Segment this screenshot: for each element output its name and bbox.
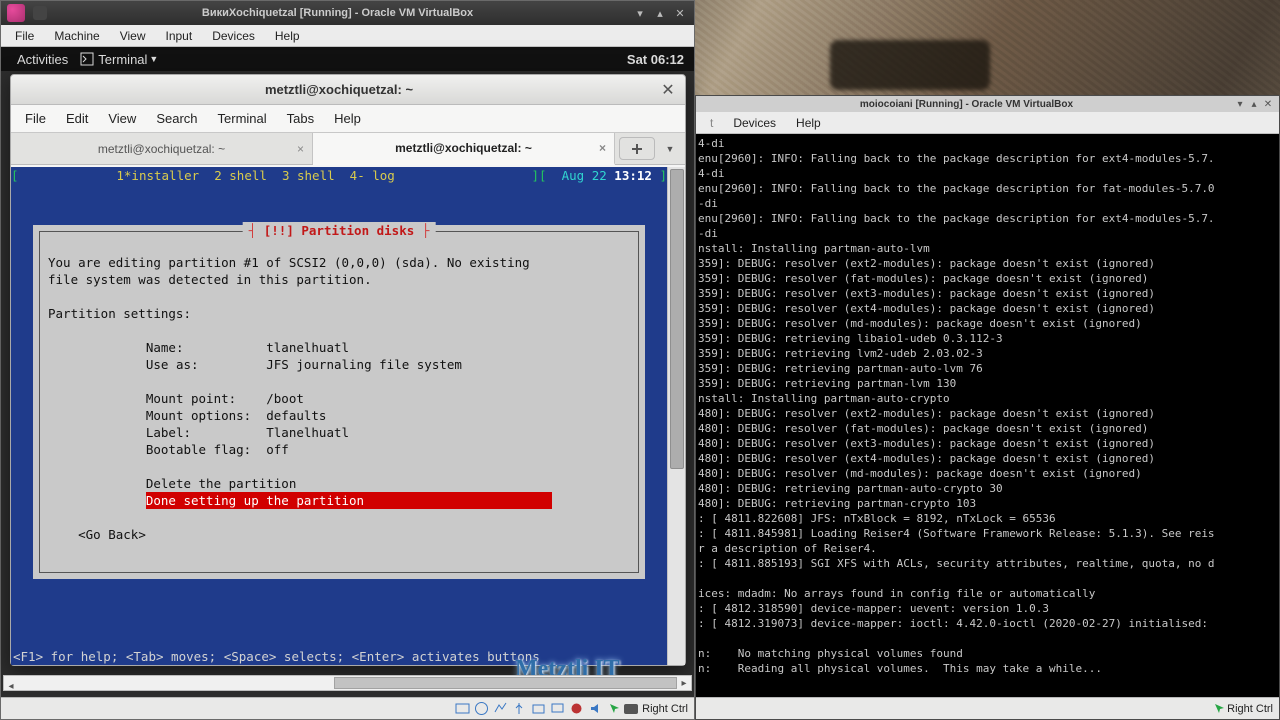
go-back-button[interactable]: <Go Back> [78, 527, 146, 542]
mouse-capture-icon [1212, 701, 1227, 716]
vbox2-statusbar: Right Ctrl [696, 697, 1279, 719]
app-menu-label: Terminal [98, 52, 147, 67]
vbox1-titlebar[interactable]: ВикиXochiquetzal [Running] - Oracle VM V… [1, 1, 694, 25]
menu-devices[interactable]: Devices [202, 27, 265, 45]
menu-help[interactable]: Help [265, 27, 310, 45]
recording-icon [569, 701, 584, 716]
maximize-button[interactable]: ▴ [652, 5, 668, 21]
vbox2-minimize-button[interactable]: ▾ [1233, 97, 1247, 111]
gterm-titlebar[interactable]: metztli@xochiquetzal: ~ ✕ [11, 75, 685, 105]
close-button[interactable]: ✕ [672, 5, 688, 21]
audio-icon [588, 701, 603, 716]
gterm-menu-search[interactable]: Search [146, 107, 207, 130]
installer-legend: [!!] Partition disks [264, 223, 415, 238]
installer-dialog: ┤ [!!] Partition disks ├ You are editing… [33, 225, 645, 579]
gterm-tab-2[interactable]: metztli@xochiquetzal: ~ × [313, 133, 615, 165]
app-sub-icon [33, 6, 47, 20]
gterm-tab-1[interactable]: metztli@xochiquetzal: ~ × [11, 133, 313, 164]
vbox2-console[interactable]: 4-di enu[2960]: INFO: Falling back to th… [696, 134, 1279, 697]
gterm-tab-2-close[interactable]: × [599, 141, 606, 155]
scrollbar-thumb[interactable] [670, 169, 684, 469]
keyboard-icon [624, 704, 638, 714]
screen-statusbar: [ 1*installer 2 shell 3 shell 4- log][ A… [11, 167, 667, 184]
gterm-close-button[interactable]: ✕ [659, 81, 677, 99]
installer-content: You are editing partition #1 of SCSI2 (0… [48, 254, 630, 543]
vbox2-menu-help[interactable]: Help [786, 114, 831, 132]
dropdown-icon: ▼ [149, 54, 158, 64]
cd-icon [474, 701, 489, 716]
vbox1-statusbar: Right Ctrl [1, 697, 694, 719]
gterm-menu-help[interactable]: Help [324, 107, 371, 130]
vbox2-menubar: t Devices Help [696, 112, 1279, 134]
activities-button[interactable]: Activities [11, 50, 74, 69]
gterm-tab-2-label: metztli@xochiquetzal: ~ [395, 141, 532, 155]
menu-machine[interactable]: Machine [44, 27, 109, 45]
usb-icon [512, 701, 527, 716]
gterm-new-tab-button[interactable] [619, 137, 655, 160]
gterm-menu-edit[interactable]: Edit [56, 107, 98, 130]
done-setup-partition-action[interactable]: Done setting up the partition [146, 492, 552, 509]
vbox2-maximize-button[interactable]: ▴ [1247, 97, 1261, 111]
gnome-clock[interactable]: Sat 06:12 [627, 52, 684, 67]
display-icon [550, 701, 565, 716]
virtualbox-window-secondary: moiocoiani [Running] - Oracle VM Virtual… [695, 95, 1280, 720]
shared-folder-icon [531, 701, 546, 716]
gterm-menu-view[interactable]: View [98, 107, 146, 130]
terminal-icon [80, 52, 94, 66]
hscroll-left[interactable]: ◂ [4, 680, 18, 694]
vbox1-menubar: File Machine View Input Devices Help [1, 25, 694, 47]
vbox2-menu-devices[interactable]: Devices [723, 114, 786, 132]
gnome-top-bar: Activities Terminal ▼ Sat 06:12 [1, 47, 694, 71]
vbox1-title: ВикиXochiquetzal [Running] - Oracle VM V… [47, 7, 628, 19]
hscroll-track[interactable] [18, 676, 677, 690]
gterm-menubar: File Edit View Search Terminal Tabs Help [11, 105, 685, 133]
menu-view[interactable]: View [110, 27, 156, 45]
gterm-body[interactable]: [ 1*installer 2 shell 3 shell 4- log][ A… [11, 167, 667, 665]
virtualbox-window-primary: ВикиXochiquetzal [Running] - Oracle VM V… [0, 0, 695, 720]
vbox2-titlebar[interactable]: moiocoiani [Running] - Oracle VM Virtual… [696, 96, 1279, 112]
delete-partition-action[interactable]: Delete the partition [146, 476, 297, 491]
gterm-title: metztli@xochiquetzal: ~ [19, 82, 659, 97]
gterm-menu-terminal[interactable]: Terminal [208, 107, 277, 130]
gterm-tab-1-close[interactable]: × [297, 142, 304, 156]
host-hscrollbar[interactable]: ◂ ▸ [3, 675, 692, 691]
mouse-capture-icon [607, 701, 622, 716]
gterm-scrollbar[interactable] [667, 167, 685, 665]
hdd-icon [455, 701, 470, 716]
plus-icon [630, 142, 644, 156]
gterm-tab-1-label: metztli@xochiquetzal: ~ [98, 142, 225, 156]
vbox2-close-button[interactable]: ✕ [1261, 97, 1275, 111]
net-icon [493, 701, 508, 716]
minimize-button[interactable]: ▾ [632, 5, 648, 21]
gterm-tabbar: metztli@xochiquetzal: ~ × metztli@xochiq… [11, 133, 685, 165]
host-key-label: Right Ctrl [642, 703, 688, 715]
hscroll-thumb[interactable] [334, 677, 677, 689]
gterm-menu-tabs[interactable]: Tabs [277, 107, 324, 130]
vbox2-title: moiocoiani [Running] - Oracle VM Virtual… [700, 99, 1233, 110]
gterm-menu-file[interactable]: File [15, 107, 56, 130]
virtualbox-icon [7, 4, 25, 22]
menu-input[interactable]: Input [156, 27, 203, 45]
gterm-tab-menu-button[interactable]: ▼ [659, 133, 681, 164]
menu-file[interactable]: File [5, 27, 44, 45]
gnome-terminal-window: metztli@xochiquetzal: ~ ✕ File Edit View… [10, 74, 686, 666]
vbox2-host-key-label: Right Ctrl [1227, 703, 1273, 715]
hscroll-right[interactable]: ▸ [677, 676, 691, 690]
app-menu[interactable]: Terminal ▼ [74, 50, 164, 69]
